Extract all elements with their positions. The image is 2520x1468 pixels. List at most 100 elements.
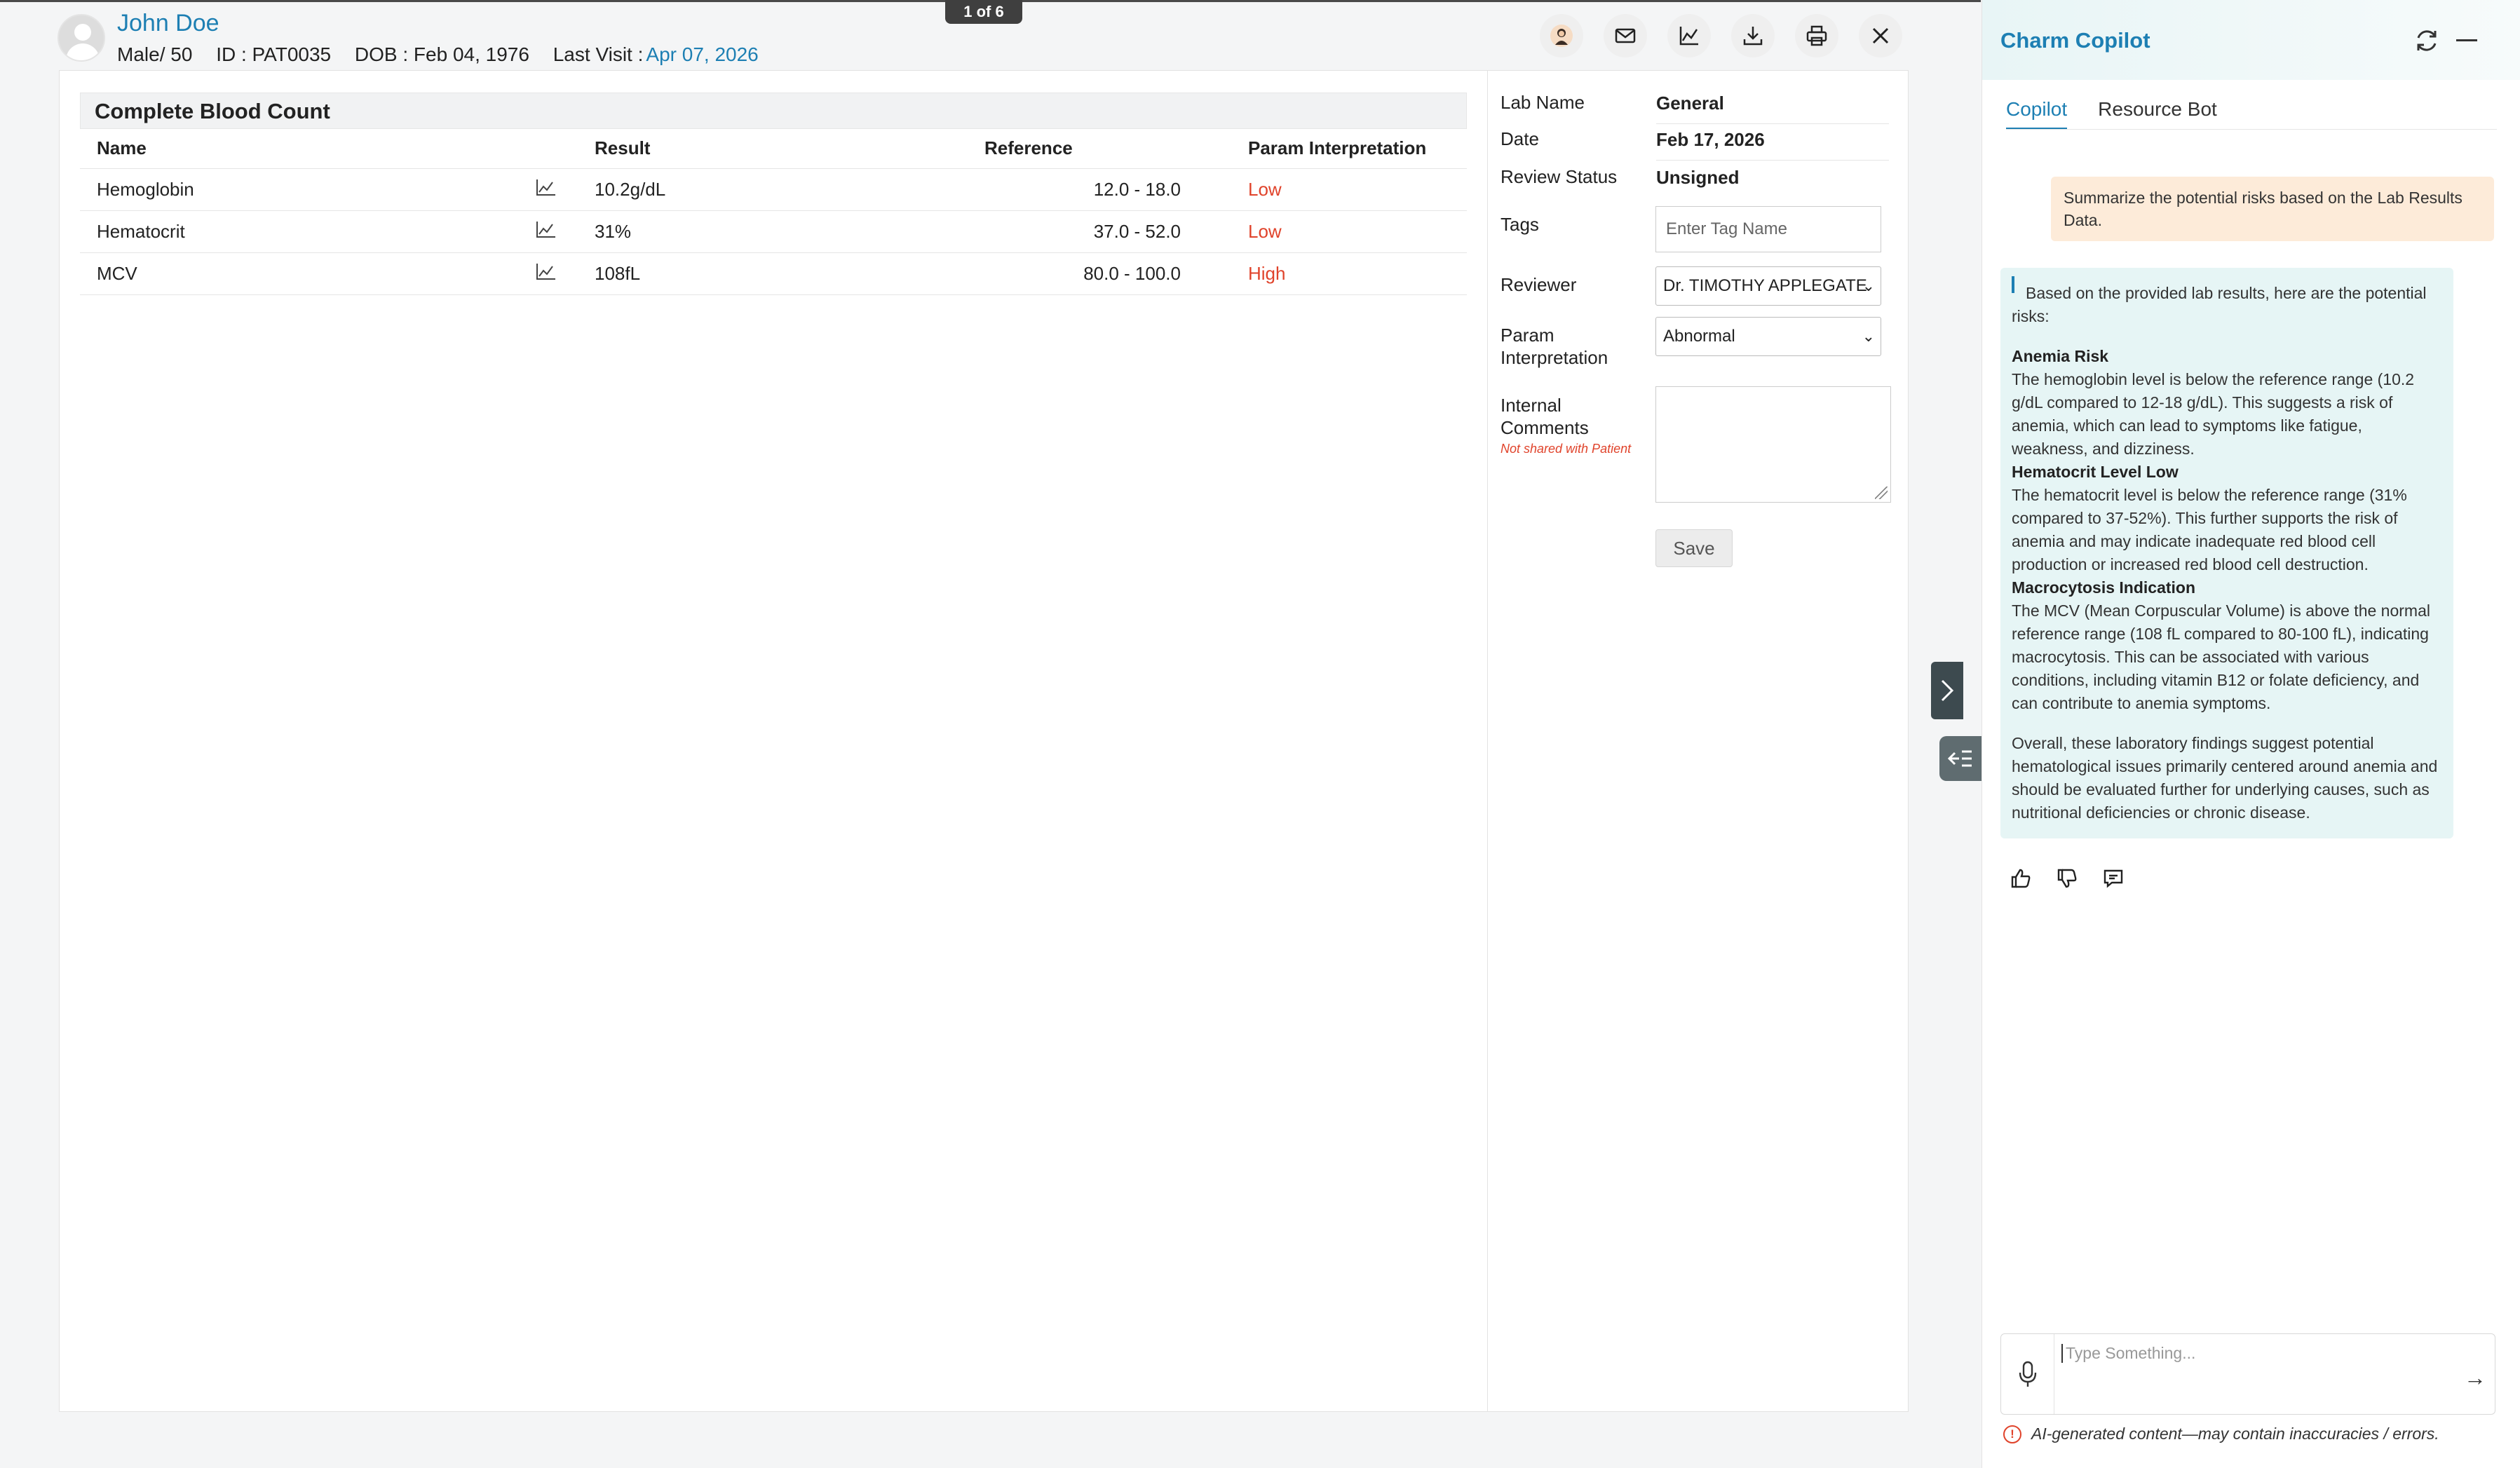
- trend-chart-icon[interactable]: [536, 178, 557, 196]
- patient-avatar: [57, 14, 105, 62]
- copilot-header: Charm Copilot: [1982, 0, 2520, 80]
- trend-chart-icon[interactable]: [536, 220, 557, 238]
- not-shared-note: Not shared with Patient: [1501, 442, 1632, 456]
- copilot-tabs: Copilot Resource Bot: [2006, 98, 2217, 130]
- cursor-bar: [2012, 276, 2014, 293]
- feedback-icons: [2006, 864, 2128, 893]
- header-toolbar: [1540, 14, 1902, 57]
- refresh-icon[interactable]: [2413, 27, 2441, 55]
- chat-input[interactable]: Type Something...: [2061, 1344, 2195, 1363]
- trend-chart-icon[interactable]: [536, 262, 557, 280]
- param-interpretation-select[interactable]: Abnormal ⌄: [1655, 317, 1881, 356]
- patient-meta: Male/ 50 ID : PAT0035 DOB : Feb 04, 1976…: [117, 43, 777, 66]
- row-interpretation: Low: [1181, 210, 1467, 253]
- copilot-panel: Charm Copilot Copilot Resource Bot Summa…: [1982, 0, 2520, 1468]
- reviewer-label: Reviewer: [1501, 274, 1577, 295]
- last-visit-label: Last Visit :: [553, 43, 644, 65]
- row-reference: 37.0 - 52.0: [984, 210, 1181, 253]
- date-value: Feb 17, 2026: [1656, 129, 1765, 150]
- tag-input[interactable]: Enter Tag Name: [1655, 206, 1881, 252]
- print-icon[interactable]: [1795, 14, 1838, 57]
- chat-input-box[interactable]: Type Something... →: [2000, 1333, 2495, 1415]
- lab-results-table: Name Result Reference Param Interpretati…: [80, 129, 1467, 295]
- minimize-icon[interactable]: [2456, 39, 2477, 41]
- col-header-graph: [536, 129, 595, 169]
- internal-comments-textarea[interactable]: [1655, 386, 1891, 503]
- risk-text: The hematocrit level is below the refere…: [2012, 486, 2407, 573]
- internal-comments-label: Internal Comments: [1501, 395, 1589, 438]
- col-header-reference: Reference: [984, 129, 1181, 169]
- date-label: Date: [1501, 128, 1539, 149]
- mic-icon[interactable]: [2001, 1334, 2054, 1414]
- param-interpretation-label: Param Interpretation: [1501, 325, 1608, 368]
- tags-label: Tags: [1501, 214, 1539, 235]
- lab-panel: Complete Blood Count Name Result Referen…: [80, 93, 1467, 295]
- send-arrow-icon[interactable]: →: [2464, 1365, 2486, 1391]
- lab-name-value: General: [1656, 93, 1724, 114]
- table-row: Hematocrit 31% 37.0 - 52.0 Low: [80, 210, 1467, 253]
- close-icon[interactable]: [1859, 14, 1902, 57]
- tab-copilot[interactable]: Copilot: [2006, 98, 2068, 130]
- trend-chart-icon[interactable]: [1667, 14, 1711, 57]
- collapse-panel-button[interactable]: [1931, 662, 1963, 719]
- col-header-name: Name: [80, 129, 536, 169]
- lab-panel-title: Complete Blood Count: [80, 93, 1467, 129]
- chevron-down-icon: ⌄: [1862, 327, 1875, 345]
- divider: [1656, 123, 1889, 124]
- row-name: Hematocrit: [80, 210, 536, 253]
- comment-icon[interactable]: [2099, 864, 2128, 893]
- mail-icon[interactable]: [1604, 14, 1647, 57]
- row-name: Hemoglobin: [80, 168, 536, 211]
- last-visit-date[interactable]: Apr 07, 2026: [646, 43, 758, 65]
- risk-heading: Anemia Risk: [2012, 347, 2109, 365]
- risk-text: The MCV (Mean Corpuscular Volume) is abo…: [2012, 602, 2430, 712]
- warning-icon: !: [2003, 1425, 2021, 1443]
- resize-handle[interactable]: [1875, 487, 1888, 499]
- col-header-interpretation: Param Interpretation: [1181, 129, 1467, 169]
- thumbs-up-icon[interactable]: [2006, 864, 2035, 893]
- pager-badge: 1 of 6: [945, 0, 1022, 24]
- divider: [1656, 160, 1889, 161]
- reviewer-value: Dr. TIMOTHY APPLEGATE: [1663, 276, 1867, 295]
- download-icon[interactable]: [1731, 14, 1775, 57]
- reviewer-select[interactable]: Dr. TIMOTHY APPLEGATE ⌄: [1655, 266, 1881, 306]
- row-interpretation: High: [1181, 252, 1467, 295]
- ai-disclaimer: ! AI-generated content—may contain inacc…: [2003, 1425, 2439, 1443]
- row-result: 10.2g/dL: [595, 168, 984, 211]
- review-status-value: Unsigned: [1656, 167, 1740, 188]
- row-reference: 80.0 - 100.0: [984, 252, 1181, 295]
- patient-gender-age: Male/ 50: [117, 43, 193, 65]
- row-reference: 12.0 - 18.0: [984, 168, 1181, 211]
- table-row: MCV 108fL 80.0 - 100.0 High: [80, 252, 1467, 295]
- tab-divider: [2006, 129, 2497, 130]
- list-collapse-icon: [1947, 750, 1972, 767]
- risk-text: The hemoglobin level is below the refere…: [2012, 370, 2415, 458]
- thumbs-down-icon[interactable]: [2052, 864, 2082, 893]
- col-header-result: Result: [595, 129, 984, 169]
- user-icon[interactable]: [1540, 14, 1583, 57]
- copilot-title: Charm Copilot: [2000, 28, 2150, 53]
- review-status-label: Review Status: [1501, 166, 1618, 187]
- chevron-down-icon: ⌄: [1862, 277, 1875, 294]
- row-name: MCV: [80, 252, 536, 295]
- patient-id: ID : PAT0035: [216, 43, 332, 65]
- patient-dob: DOB : Feb 04, 1976: [354, 43, 529, 65]
- bot-message: Based on the provided lab results, here …: [2000, 268, 2453, 838]
- param-interpretation-value: Abnormal: [1663, 327, 1735, 346]
- summary-text: Overall, these laboratory findings sugge…: [2012, 734, 2438, 822]
- save-button[interactable]: Save: [1655, 529, 1733, 567]
- row-result: 31%: [595, 210, 984, 253]
- toggle-copilot-button[interactable]: [1939, 736, 1982, 781]
- user-message: Summarize the potential risks based on t…: [2051, 177, 2494, 241]
- risk-heading: Macrocytosis Indication: [2012, 578, 2196, 597]
- risk-heading: Hematocrit Level Low: [2012, 463, 2179, 481]
- table-row: Hemoglobin 10.2g/dL 12.0 - 18.0 Low: [80, 168, 1467, 211]
- patient-name[interactable]: John Doe: [117, 10, 219, 37]
- panel-divider: [1487, 70, 1488, 1412]
- disclaimer-text: AI-generated content—may contain inaccur…: [2031, 1425, 2439, 1443]
- chevron-right-icon: [1941, 679, 1954, 702]
- row-result: 108fL: [595, 252, 984, 295]
- lab-name-label: Lab Name: [1501, 92, 1585, 113]
- row-interpretation: Low: [1181, 168, 1467, 211]
- tab-resource-bot[interactable]: Resource Bot: [2098, 98, 2217, 130]
